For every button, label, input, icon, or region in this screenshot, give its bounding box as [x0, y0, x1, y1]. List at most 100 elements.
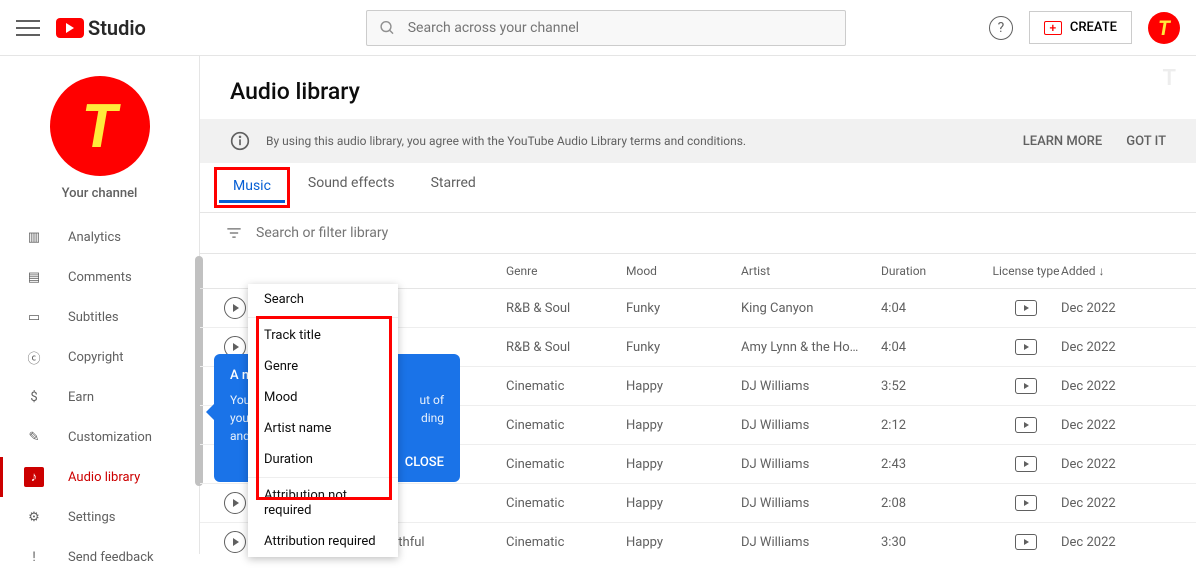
filter-input[interactable]: [256, 225, 506, 241]
track-duration: 3:30: [881, 535, 991, 550]
track-mood: Funky: [626, 301, 741, 316]
track-artist: King Canyon: [741, 301, 881, 316]
logo-text: Studio: [88, 16, 146, 40]
help-icon[interactable]: ?: [989, 16, 1013, 40]
learn-more-button[interactable]: LEARN MORE: [1023, 134, 1102, 149]
dropdown-item-track-title[interactable]: Track title: [248, 320, 398, 351]
track-duration: 4:04: [881, 301, 991, 316]
search-icon: [379, 19, 396, 37]
dropdown-item-duration[interactable]: Duration: [248, 444, 398, 475]
copyright-icon: ⓒ: [24, 347, 44, 367]
sidebar-item-customization[interactable]: ✎ Customization: [0, 417, 199, 457]
track-artist: DJ Williams: [741, 379, 881, 394]
dropdown-item-artist-name[interactable]: Artist name: [248, 413, 398, 444]
sidebar-item-earn[interactable]: $Earn: [0, 377, 199, 417]
sidebar-item-label: Audio library: [68, 470, 140, 485]
track-genre: R&B & Soul: [506, 301, 626, 316]
analytics-icon: ▥: [24, 227, 44, 247]
license-icon[interactable]: [1015, 378, 1037, 394]
col-added[interactable]: Added ↓: [1061, 264, 1141, 278]
track-artist: DJ Williams: [741, 457, 881, 472]
license-icon[interactable]: [1015, 417, 1037, 433]
track-genre: Cinematic: [506, 418, 626, 433]
sidebar-item-label: Copyright: [68, 350, 124, 365]
tab-starred[interactable]: Starred: [413, 163, 494, 212]
dropdown-item-search[interactable]: Search: [248, 284, 398, 315]
sidebar-item-label: Comments: [68, 270, 132, 285]
feedback-icon: !: [24, 547, 44, 567]
sidebar-item-feedback[interactable]: ! Send feedback: [0, 537, 199, 577]
arrow-down-icon: ↓: [1098, 264, 1104, 278]
tab-sound-effects[interactable]: Sound effects: [290, 163, 413, 212]
license-icon[interactable]: [1015, 300, 1037, 316]
track-genre: R&B & Soul: [506, 340, 626, 355]
col-license[interactable]: License type: [991, 264, 1061, 278]
avatar[interactable]: T: [1148, 12, 1180, 44]
sidebar-item-label: Settings: [68, 510, 115, 525]
customization-icon: ✎: [24, 427, 44, 447]
track-duration: 3:52: [881, 379, 991, 394]
dropdown-item-genre[interactable]: Genre: [248, 351, 398, 382]
col-genre[interactable]: Genre: [506, 264, 626, 278]
dropdown-item-attribution-required[interactable]: Attribution required: [248, 526, 398, 557]
track-genre: Cinematic: [506, 496, 626, 511]
dropdown-item-attribution-not-required[interactable]: Attribution not required: [248, 480, 398, 526]
track-mood: Happy: [626, 457, 741, 472]
sidebar-item-label: Customization: [68, 430, 152, 445]
create-button[interactable]: + CREATE: [1029, 11, 1132, 44]
menu-icon[interactable]: [16, 16, 40, 40]
logo[interactable]: Studio: [56, 16, 146, 40]
got-it-button[interactable]: GOT IT: [1126, 134, 1166, 149]
sidebar-item-label: Subtitles: [68, 310, 119, 325]
play-button[interactable]: [224, 531, 246, 553]
sidebar-item-analytics[interactable]: ▥ Analytics: [0, 217, 199, 257]
filter-icon[interactable]: [224, 223, 244, 243]
info-text: By using this audio library, you agree w…: [266, 134, 746, 148]
watermark: T: [1162, 66, 1176, 91]
tab-music[interactable]: Music: [219, 172, 285, 203]
channel-label: Your channel: [0, 186, 199, 201]
play-button[interactable]: [224, 297, 246, 319]
create-label: CREATE: [1070, 20, 1117, 35]
track-duration: 4:04: [881, 340, 991, 355]
promo-close-button[interactable]: CLOSE: [405, 455, 444, 470]
search-box[interactable]: [366, 10, 846, 46]
dropdown-item-mood[interactable]: Mood: [248, 382, 398, 413]
info-icon: [230, 131, 250, 151]
sidebar-item-copyright[interactable]: ⓒ Copyright: [0, 337, 199, 377]
track-mood: Happy: [626, 379, 741, 394]
track-added: Dec 2022: [1061, 496, 1141, 511]
subtitles-icon: ▭: [24, 307, 44, 327]
sidebar-item-label: Send feedback: [68, 550, 154, 565]
license-icon[interactable]: [1015, 339, 1037, 355]
filter-bar: [200, 213, 1196, 254]
info-bar: By using this audio library, you agree w…: [200, 119, 1196, 163]
sidebar-item-settings[interactable]: ⚙Settings: [0, 497, 199, 537]
track-genre: Cinematic: [506, 379, 626, 394]
search-input[interactable]: [408, 20, 833, 36]
sidebar-item-comments[interactable]: ▤ Comments: [0, 257, 199, 297]
track-added: Dec 2022: [1061, 379, 1141, 394]
track-mood: Funky: [626, 340, 741, 355]
sidebar-item-subtitles[interactable]: ▭ Subtitles: [0, 297, 199, 337]
track-artist: DJ Williams: [741, 496, 881, 511]
license-icon[interactable]: [1015, 534, 1037, 550]
play-button[interactable]: [224, 492, 246, 514]
youtube-icon: [56, 18, 84, 38]
audio-library-icon: ♪: [24, 467, 44, 487]
col-mood[interactable]: Mood: [626, 264, 741, 278]
license-icon[interactable]: [1015, 495, 1037, 511]
sidebar: T Your channel ▥ Analytics ▤ Comments ▭ Sub…: [0, 56, 200, 554]
license-icon[interactable]: [1015, 456, 1037, 472]
header: Studio ? + CREATE T: [0, 0, 1196, 56]
sidebar-item-label: Analytics: [68, 230, 121, 245]
track-added: Dec 2022: [1061, 301, 1141, 316]
page-title: Audio library: [200, 56, 1196, 119]
col-duration[interactable]: Duration: [881, 264, 991, 278]
channel-block[interactable]: T Your channel: [0, 56, 199, 217]
col-artist[interactable]: Artist: [741, 264, 881, 278]
track-mood: Happy: [626, 418, 741, 433]
sidebar-item-audio-library[interactable]: ♪ Audio library: [0, 457, 199, 497]
comments-icon: ▤: [24, 267, 44, 287]
track-duration: 2:12: [881, 418, 991, 433]
